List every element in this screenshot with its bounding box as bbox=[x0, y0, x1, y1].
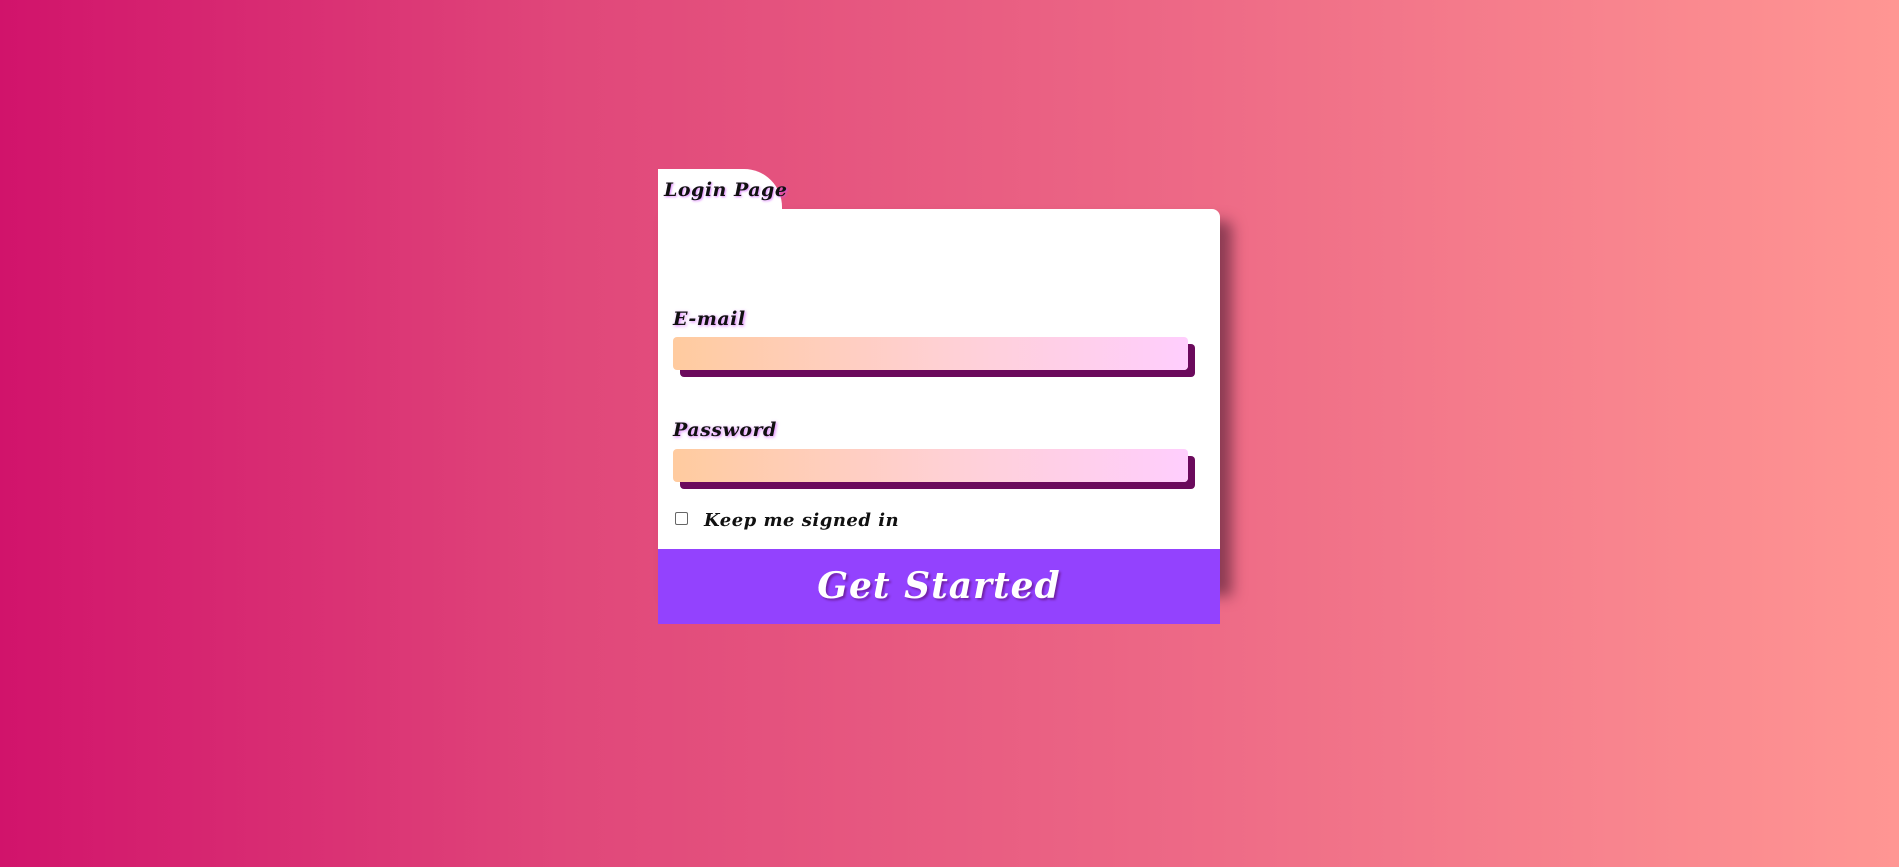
login-card: Login Page E-mail Password Keep me signe… bbox=[658, 169, 1220, 624]
password-field[interactable] bbox=[673, 449, 1188, 482]
login-form: E-mail Password Keep me signed in Get St… bbox=[658, 209, 1220, 624]
keep-signed-in-label[interactable]: Keep me signed in bbox=[704, 510, 899, 531]
keep-signed-in-checkbox[interactable] bbox=[675, 512, 688, 525]
password-label: Password bbox=[673, 419, 777, 441]
page-title: Login Page bbox=[664, 179, 788, 201]
get-started-button[interactable]: Get Started bbox=[658, 549, 1220, 624]
card-tab: Login Page bbox=[658, 169, 787, 217]
email-field[interactable] bbox=[673, 337, 1188, 370]
email-label: E-mail bbox=[673, 308, 746, 330]
